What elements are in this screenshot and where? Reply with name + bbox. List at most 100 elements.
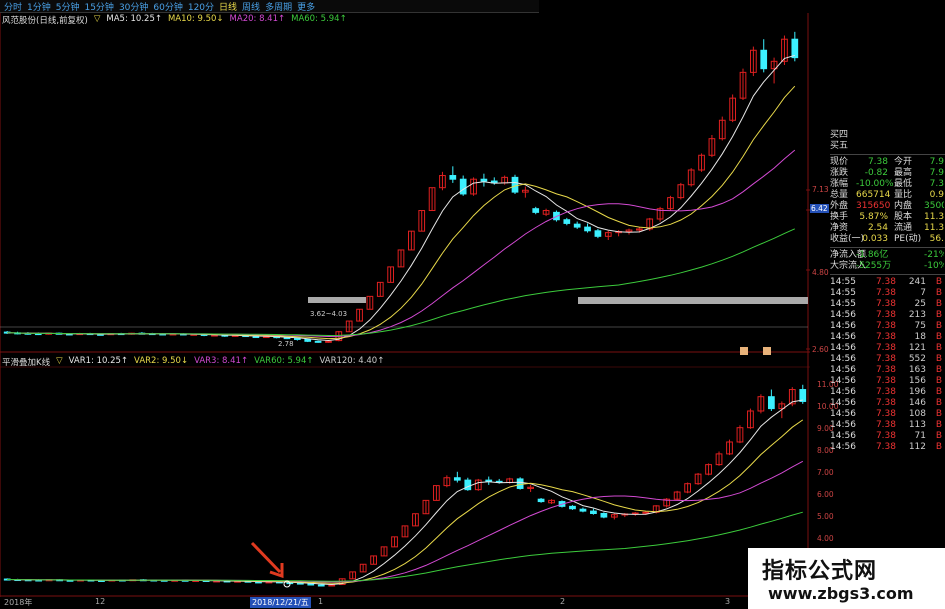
- tick-cell: 14:55: [830, 277, 856, 287]
- tick-row: 14:56 7.38 121 B: [830, 343, 945, 354]
- tick-cell: 121: [908, 343, 926, 353]
- kline-chart[interactable]: 2.78 3.62~4.03: [0, 0, 810, 597]
- tick-list[interactable]: 14:55 7.38 241 B 14:55 7.38 7 B 14:55 7.38 25 B 14:5…: [830, 277, 945, 453]
- tick-cell: 14:56: [830, 398, 856, 408]
- quote-v1: 2.54: [867, 223, 888, 233]
- quote-l2: 股本: [894, 212, 913, 222]
- tick-cell: 14:55: [830, 288, 856, 298]
- date-axis: 2018年 12 2018/12/21/五 1 2 3: [0, 597, 810, 609]
- quote-l2: [888, 261, 924, 272]
- quote-v1: 665714: [856, 190, 891, 200]
- quote-v2: -10%: [924, 261, 944, 271]
- tick-cell: 14:56: [830, 321, 856, 331]
- tick-cell: 7.38: [875, 288, 896, 298]
- quote-l2: 流通: [894, 223, 913, 233]
- quote-l1: 涨幅: [830, 179, 849, 189]
- indicator-candle: [767, 396, 775, 410]
- bid-label: 买四: [830, 130, 849, 140]
- indicator-candle: [537, 498, 545, 503]
- quote-v1: -5255万: [856, 261, 892, 271]
- price-candle: [563, 219, 571, 224]
- tick-row: 14:56 7.38 75 B: [830, 321, 945, 332]
- quote-l2: PE(动): [894, 234, 922, 244]
- tick-cell: 7.38: [875, 398, 896, 408]
- tick-cell: 108: [908, 409, 926, 419]
- tick-cell: 18: [914, 332, 926, 342]
- bid-row: 买五: [830, 141, 945, 152]
- quote-l1: 大宗流入: [830, 261, 867, 271]
- tick-cell: 25: [914, 299, 926, 309]
- quote-v2: 35006: [924, 201, 944, 211]
- tick-cell: 213: [908, 310, 926, 320]
- tick-cell: B: [935, 332, 942, 342]
- price-candle: [480, 178, 488, 182]
- low-price-label: 2.78: [278, 340, 294, 348]
- quote-l1: 总量: [830, 190, 849, 200]
- indicator-scale-label: 7.00: [817, 468, 834, 477]
- quote-l1: 换手: [830, 212, 849, 222]
- indicator-candle: [328, 584, 336, 587]
- tick-cell: 14:56: [830, 420, 856, 430]
- quote-l1: 涨跌: [830, 168, 849, 178]
- quote-l1: 收益(一): [830, 234, 865, 244]
- quote-row: 涨跌 -0.82 最高 7.9: [830, 168, 945, 179]
- tick-cell: B: [935, 310, 942, 320]
- quote-row: 现价 7.38 今开 7.9: [830, 157, 945, 168]
- quote-v1: 0.033: [862, 234, 888, 244]
- tick-cell: B: [935, 277, 942, 287]
- quote-row: 收益(一) 0.033 PE(动) 56.: [830, 234, 945, 245]
- price-candle: [511, 176, 519, 193]
- tick-cell: 163: [908, 365, 926, 375]
- tick-cell: B: [935, 409, 942, 419]
- quote-v1: 315650: [856, 201, 891, 211]
- tick-row: 14:56 7.38 552 B: [830, 354, 945, 365]
- price-scale-label: 2.60: [812, 345, 829, 354]
- tick-cell: 7: [920, 288, 926, 298]
- price-candle: [573, 223, 581, 228]
- tick-row: 14:56 7.38 213 B: [830, 310, 945, 321]
- quote-panel: 买四 买五 现价 7.38 今开 7.9 涨跌 -0.82 最高 7.9 涨幅 -10.00% 最低…: [830, 130, 945, 453]
- tick-cell: 7.38: [875, 299, 896, 309]
- tick-row: 14:55 7.38 25 B: [830, 299, 945, 310]
- quote-row: 外盘 315650内盘 35006: [830, 201, 945, 212]
- tick-cell: B: [935, 354, 942, 364]
- quote-l2: 内盘: [894, 201, 913, 211]
- tick-cell: B: [935, 365, 942, 375]
- price-scale-label: 4.80: [812, 268, 829, 277]
- date-label: 2: [560, 597, 566, 606]
- tick-row: 14:55 7.38 241 B: [830, 277, 945, 288]
- tick-cell: B: [935, 299, 942, 309]
- price-candle: [584, 226, 591, 232]
- indicator-candle: [317, 584, 325, 587]
- tick-row: 14:56 7.38 71 B: [830, 431, 945, 442]
- tick-cell: 7.38: [875, 420, 896, 430]
- quote-v2: 0.9: [929, 190, 944, 200]
- tick-cell: 71: [914, 431, 926, 441]
- quote-row: 涨幅 -10.00% 最低 7.3: [830, 179, 945, 190]
- tick-cell: 14:56: [830, 343, 856, 353]
- tick-cell: B: [935, 343, 942, 353]
- tick-cell: 241: [908, 277, 926, 287]
- indicator-candle: [799, 389, 807, 402]
- range-label: 3.62~4.03: [310, 310, 347, 318]
- indicator-ma10-line: [7, 419, 804, 584]
- bid-label: 买五: [830, 141, 849, 151]
- quote-v2: 7.3: [929, 179, 944, 189]
- tick-cell: B: [935, 431, 942, 441]
- quote-l2: 最高: [894, 168, 913, 178]
- tick-cell: 7.38: [875, 365, 896, 375]
- tick-row: 14:56 7.38 112 B: [830, 442, 945, 453]
- quote-l2: 今开: [894, 157, 913, 167]
- quote-v1: 5.87%: [859, 212, 888, 222]
- tick-cell: B: [935, 387, 942, 397]
- tick-cell: B: [935, 420, 942, 430]
- quote-v2: 7.9: [929, 157, 944, 167]
- tick-cell: 7.38: [875, 354, 896, 364]
- tick-cell: 112: [908, 442, 926, 452]
- range-bar: [308, 297, 366, 303]
- signal-arrow-icon: [250, 541, 284, 579]
- indicator-scale-label: 5.00: [817, 512, 834, 521]
- tick-cell: 7.38: [875, 376, 896, 386]
- quote-row: 大宗流入-5255万 -10%: [830, 261, 945, 272]
- quote-v1: 7.38: [867, 157, 888, 167]
